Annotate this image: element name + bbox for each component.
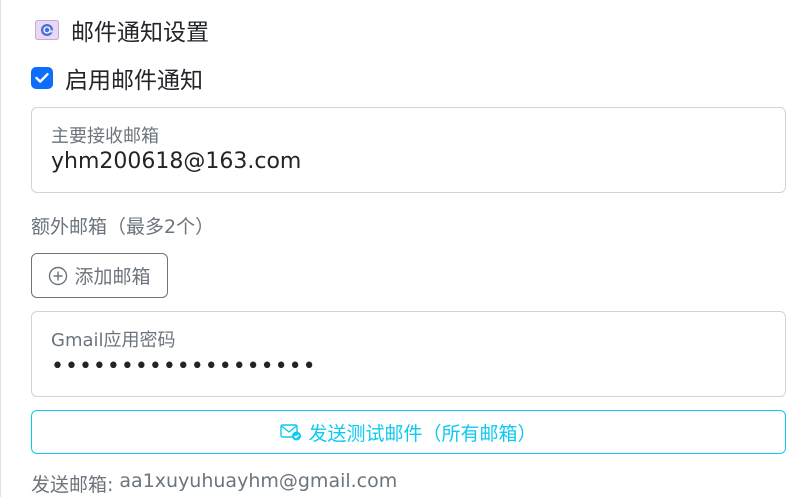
enable-email-toggle[interactable]: 启用邮件通知 xyxy=(31,62,203,94)
primary-email-value[interactable]: yhm200618@163.com xyxy=(51,149,301,174)
checkmark-icon xyxy=(35,73,49,83)
section-title: 邮件通知设置 xyxy=(71,20,209,46)
section-header: 邮件通知设置 xyxy=(35,14,209,46)
gmail-password-label: Gmail应用密码 xyxy=(51,330,176,351)
email-envelope-icon xyxy=(35,20,59,40)
gmail-password-value[interactable]: ••••••••••••••••••• xyxy=(51,354,317,379)
primary-email-label: 主要接收邮箱 xyxy=(51,126,159,147)
sender-email: aa1xuyuhuayhm@gmail.com xyxy=(119,470,398,492)
email-settings-panel: 邮件通知设置 启用邮件通知 主要接收邮箱 yhm200618@163.com 额… xyxy=(0,0,796,497)
enable-email-label: 启用邮件通知 xyxy=(65,68,203,94)
gmail-password-field[interactable]: Gmail应用密码 ••••••••••••••••••• xyxy=(31,311,786,397)
plus-circle-icon xyxy=(49,266,68,285)
send-test-email-label: 发送测试邮件（所有邮箱） xyxy=(308,422,537,445)
extra-emails-label: 额外邮箱（最多2个） xyxy=(31,216,215,238)
sender-label: 发送邮箱: xyxy=(31,474,114,496)
primary-email-field[interactable]: 主要接收邮箱 yhm200618@163.com xyxy=(31,107,786,193)
add-email-label: 添加邮箱 xyxy=(74,266,151,288)
mail-check-icon xyxy=(280,424,302,441)
add-email-button[interactable]: 添加邮箱 xyxy=(31,253,168,298)
send-test-email-button[interactable]: 发送测试邮件（所有邮箱） xyxy=(31,410,786,454)
sender-info: 发送邮箱: aa1xuyuhuayhm@gmail.com xyxy=(31,470,397,497)
enable-email-checkbox[interactable] xyxy=(31,67,53,89)
